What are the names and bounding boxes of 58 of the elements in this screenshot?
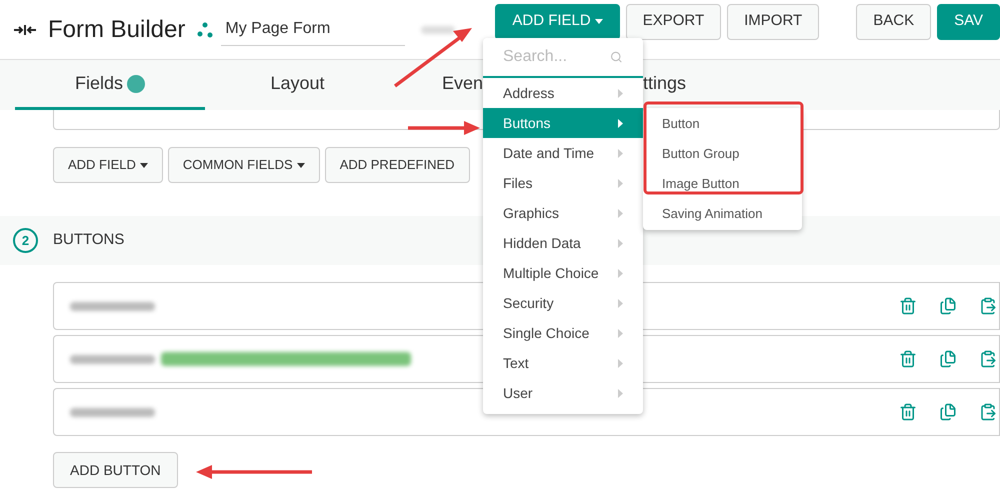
clipboard-icon[interactable] (979, 350, 997, 368)
toolbar-button[interactable]: IMPORT (727, 4, 820, 40)
menu-item[interactable]: Date and Time (483, 138, 643, 168)
dots-icon (197, 22, 214, 38)
menu-item[interactable]: Image Button (643, 169, 802, 199)
toolbar-button[interactable]: EXPORT (626, 4, 722, 40)
search-icon (610, 50, 623, 64)
menu-item[interactable]: Text (483, 348, 643, 378)
menu-item[interactable]: User (483, 378, 643, 408)
menu-item[interactable]: Address (483, 78, 643, 108)
submenu-arrow-icon (618, 208, 623, 218)
tab[interactable]: Fields (15, 60, 205, 110)
menu-item[interactable]: Single Choice (483, 318, 643, 348)
clipboard-icon[interactable] (979, 297, 997, 315)
menu-item[interactable]: Button (643, 109, 802, 139)
submenu-arrow-icon (618, 88, 623, 98)
trash-icon[interactable] (899, 297, 917, 315)
submenu-arrow-icon (618, 328, 623, 338)
copy-icon[interactable] (939, 297, 957, 315)
menu-item[interactable]: Files (483, 168, 643, 198)
page-title: Form Builder (48, 14, 186, 44)
menu-item[interactable]: Saving Animation (643, 199, 802, 229)
submenu-arrow-icon (618, 148, 623, 158)
submenu-arrow-icon (618, 118, 623, 128)
submenu-arrow-icon (618, 298, 623, 308)
add-button[interactable]: ADD BUTTON (53, 452, 178, 488)
tab[interactable]: Layout (205, 60, 390, 110)
submenu-arrow-icon (618, 178, 623, 188)
copy-icon[interactable] (939, 350, 957, 368)
field-row[interactable] (53, 388, 1000, 436)
arrow-annotation (408, 121, 480, 135)
menu-item[interactable]: Graphics (483, 198, 643, 228)
compress-arrows-icon[interactable] (14, 24, 36, 36)
blurred-label (421, 26, 456, 34)
menu-item[interactable]: Hidden Data (483, 228, 643, 258)
toolbar-button[interactable]: ADD FIELD (495, 4, 620, 40)
menu-item[interactable]: Button Group (643, 139, 802, 169)
search-field[interactable]: Search... (503, 45, 610, 69)
toolbar-button[interactable]: COMMON FIELDS (168, 147, 320, 183)
toolbar-button[interactable]: BACK (856, 4, 932, 40)
menu-item[interactable]: Security (483, 288, 643, 318)
step-number: 2 (13, 228, 38, 253)
submenu-arrow-icon (618, 358, 623, 368)
menu-item[interactable]: Multiple Choice (483, 258, 643, 288)
trash-icon[interactable] (899, 350, 917, 368)
toolbar-button[interactable]: ADD FIELD (53, 147, 163, 183)
menu-item[interactable]: Buttons (483, 108, 643, 138)
clipboard-icon[interactable] (979, 403, 997, 421)
submenu-arrow-icon (618, 238, 623, 248)
submenu-arrow-icon (618, 388, 623, 398)
toolbar-button[interactable]: ADD PREDEFINED (324, 147, 470, 183)
toolbar-button[interactable]: SAV (937, 4, 1000, 40)
tab[interactable]: Even (390, 60, 483, 110)
form-name-field[interactable]: My Page Form (221, 13, 406, 46)
copy-icon[interactable] (939, 403, 957, 421)
section-title: BUTTONS (53, 230, 124, 250)
submenu-arrow-icon (618, 268, 623, 278)
trash-icon[interactable] (899, 403, 917, 421)
